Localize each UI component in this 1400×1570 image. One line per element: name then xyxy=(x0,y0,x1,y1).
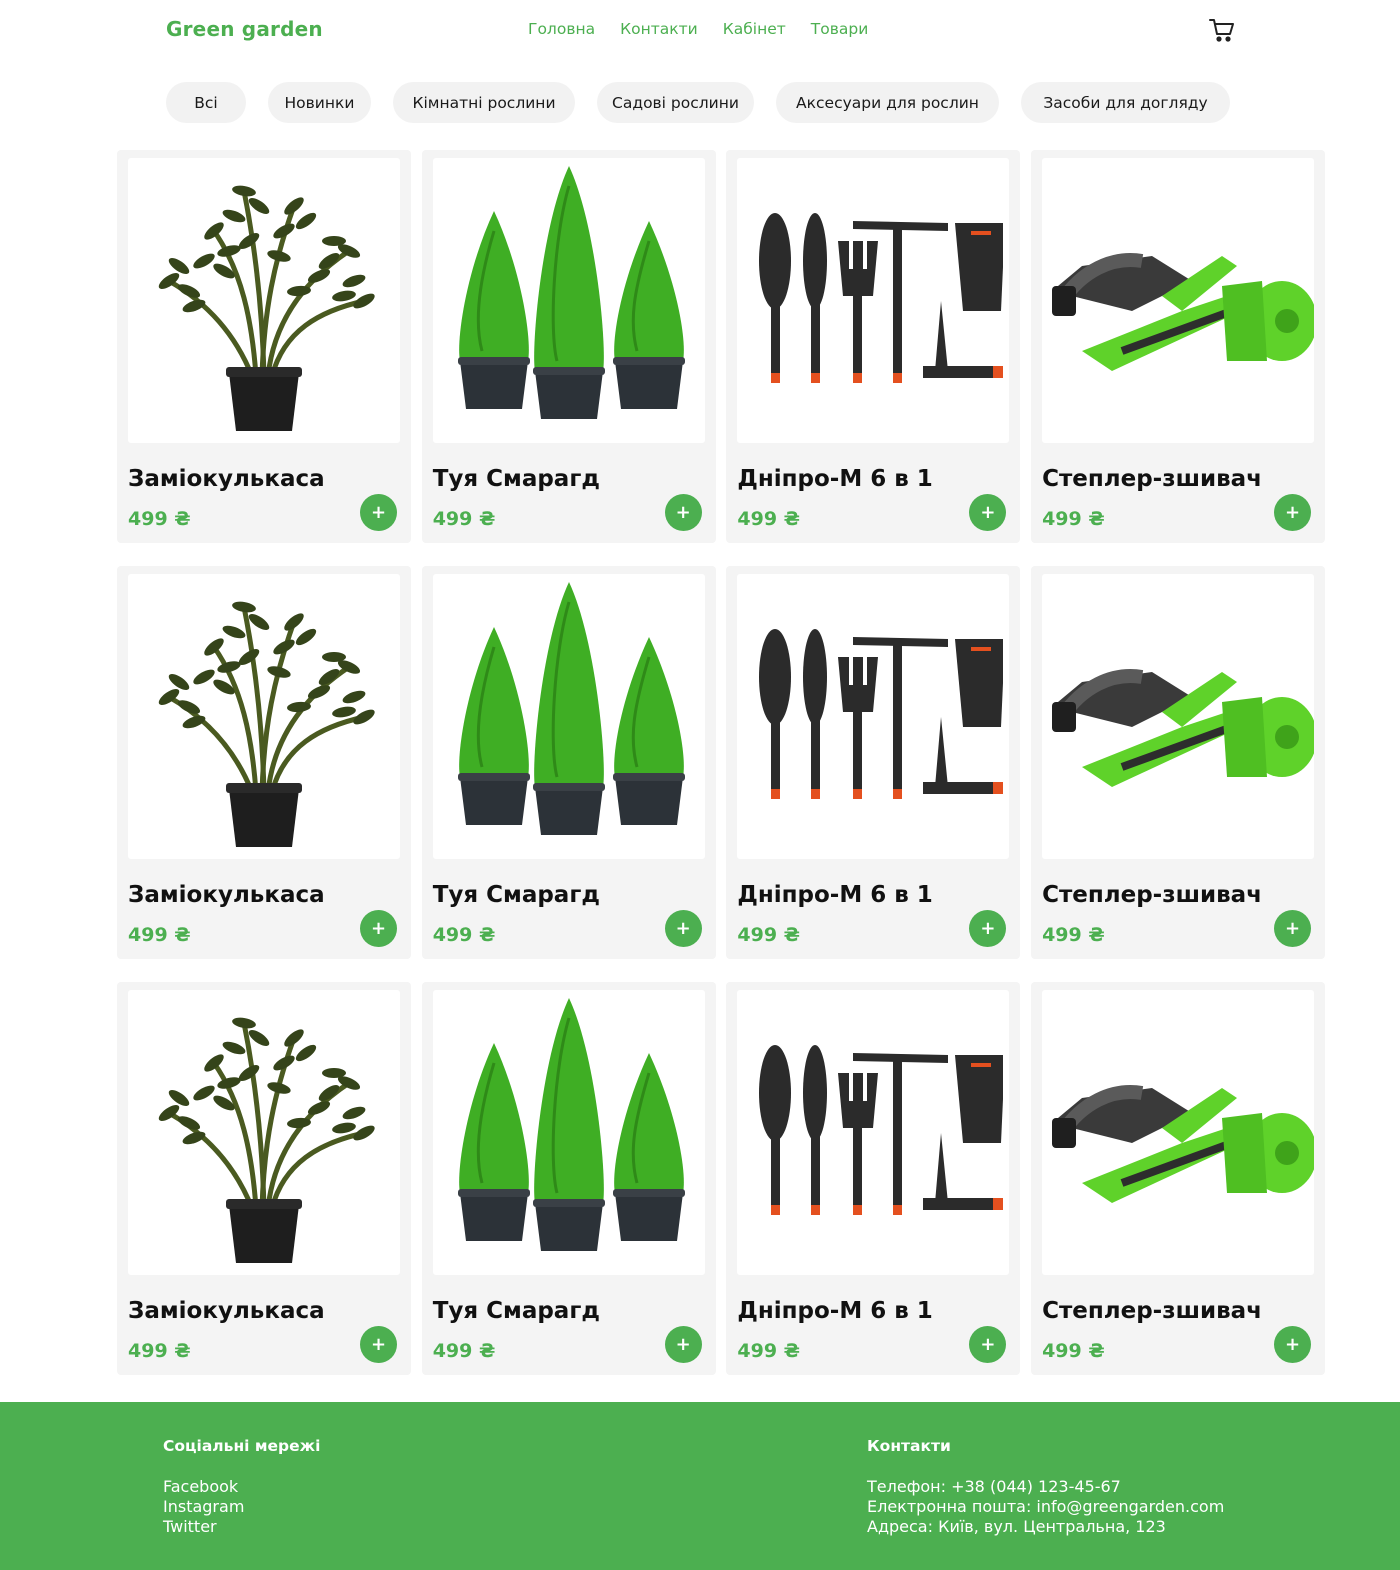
product-price: 499 ₴ xyxy=(432,924,496,946)
add-to-cart-button[interactable]: + xyxy=(1274,910,1312,947)
footer-contacts: Контакти Телефон: +38 (044) 123-45-67 Ел… xyxy=(867,1437,1224,1537)
product-card[interactable]: Степлер-зшивач 499 ₴ + xyxy=(1031,150,1326,543)
product-name: Туя Смарагд xyxy=(432,882,600,908)
product-price: 499 ₴ xyxy=(1042,924,1105,946)
product-image[interactable] xyxy=(737,574,1010,859)
product-image[interactable] xyxy=(128,574,400,859)
footer-social: Соціальні мережі Facebook Instagram Twit… xyxy=(163,1437,320,1537)
add-to-cart-button[interactable]: + xyxy=(969,494,1007,531)
product-name: Степлер-зшивач xyxy=(1042,466,1262,492)
product-card[interactable]: Степлер-зшивач 499 ₴ + xyxy=(1031,982,1326,1375)
add-to-cart-button[interactable]: + xyxy=(969,910,1007,947)
chip-all[interactable]: Всі xyxy=(166,82,246,123)
product-image[interactable] xyxy=(737,158,1010,443)
product-name: Заміокулькаса xyxy=(128,466,325,492)
footer-social-title: Соціальні мережі xyxy=(163,1437,321,1455)
chip-care-products[interactable]: Засоби для догляду xyxy=(1021,82,1230,123)
add-to-cart-button[interactable]: + xyxy=(360,1326,397,1363)
nav-link-contacts[interactable]: Контакти xyxy=(620,20,698,38)
product-card[interactable]: Туя Смарагд 499 ₴ + xyxy=(421,982,716,1375)
product-price: 499 ₴ xyxy=(128,924,191,946)
product-name: Туя Смарагд xyxy=(432,1298,600,1324)
product-name: Дніпро-М 6 в 1 xyxy=(737,882,933,908)
product-card[interactable]: Заміокулькаса 499 ₴ + xyxy=(117,566,411,959)
product-image[interactable] xyxy=(432,158,705,443)
header: Green garden Головна Контакти Кабінет То… xyxy=(0,0,1400,62)
chip-new[interactable]: Новинки xyxy=(268,82,371,123)
add-to-cart-button[interactable]: + xyxy=(360,910,397,947)
chip-plant-accessories[interactable]: Аксесуари для рослин xyxy=(776,82,999,123)
product-name: Заміокулькаса xyxy=(128,882,325,908)
product-image[interactable] xyxy=(737,990,1010,1275)
footer-link-facebook[interactable]: Facebook xyxy=(163,1477,320,1497)
category-filter: Всі Новинки Кімнатні рослини Садові росл… xyxy=(166,82,1230,123)
product-price: 499 ₴ xyxy=(737,1340,800,1362)
add-to-cart-button[interactable]: + xyxy=(664,910,702,947)
add-to-cart-button[interactable]: + xyxy=(969,1326,1007,1363)
product-name: Туя Смарагд xyxy=(432,466,600,492)
nav-link-products[interactable]: Товари xyxy=(811,20,869,38)
footer-email: Електронна пошта: info@greengarden.com xyxy=(867,1497,1225,1516)
product-image[interactable] xyxy=(128,158,400,443)
product-price: 499 ₴ xyxy=(737,924,800,946)
product-price: 499 ₴ xyxy=(432,508,496,530)
product-image[interactable] xyxy=(1042,574,1315,859)
footer-address: Адреса: Київ, вул. Центральна, 123 xyxy=(867,1517,1166,1536)
site-logo[interactable]: Green garden xyxy=(166,17,323,41)
product-image[interactable] xyxy=(1042,990,1315,1275)
cart-icon[interactable] xyxy=(1208,16,1236,44)
add-to-cart-button[interactable]: + xyxy=(1274,494,1312,531)
footer-link-instagram[interactable]: Instagram xyxy=(163,1497,320,1517)
product-name: Степлер-зшивач xyxy=(1042,1298,1262,1324)
product-name: Дніпро-М 6 в 1 xyxy=(737,1298,933,1324)
product-name: Заміокулькаса xyxy=(128,1298,325,1324)
add-to-cart-button[interactable]: + xyxy=(664,494,702,531)
chip-garden-plants[interactable]: Садові рослини xyxy=(597,82,754,123)
add-to-cart-button[interactable]: + xyxy=(664,1326,702,1363)
product-price: 499 ₴ xyxy=(1042,1340,1105,1362)
footer: Соціальні мережі Facebook Instagram Twit… xyxy=(0,1402,1400,1570)
product-card[interactable]: Туя Смарагд 499 ₴ + xyxy=(421,566,716,959)
product-price: 499 ₴ xyxy=(128,1340,191,1362)
nav-link-home[interactable]: Головна xyxy=(528,20,595,38)
add-to-cart-button[interactable]: + xyxy=(1274,1326,1312,1363)
nav-link-cabinet[interactable]: Кабінет xyxy=(723,20,786,38)
product-card[interactable]: Туя Смарагд 499 ₴ + xyxy=(421,150,716,543)
product-card[interactable]: Заміокулькаса 499 ₴ + xyxy=(117,150,411,543)
product-image[interactable] xyxy=(1042,158,1315,443)
product-image[interactable] xyxy=(128,990,400,1275)
product-price: 499 ₴ xyxy=(432,1340,496,1362)
product-grid: Заміокулькаса 499 ₴ + Туя Смарагд 499 ₴ … xyxy=(117,150,1326,1375)
product-price: 499 ₴ xyxy=(737,508,800,530)
product-image[interactable] xyxy=(432,990,705,1275)
product-name: Степлер-зшивач xyxy=(1042,882,1262,908)
product-card[interactable]: Дніпро-М 6 в 1 499 ₴ + xyxy=(726,982,1021,1375)
product-card[interactable]: Дніпро-М 6 в 1 499 ₴ + xyxy=(726,150,1021,543)
product-price: 499 ₴ xyxy=(1042,508,1105,530)
main-nav: Головна Контакти Кабінет Товари xyxy=(528,20,868,38)
product-image[interactable] xyxy=(432,574,705,859)
product-price: 499 ₴ xyxy=(128,508,191,530)
product-card[interactable]: Степлер-зшивач 499 ₴ + xyxy=(1031,566,1326,959)
footer-phone: Телефон: +38 (044) 123-45-67 xyxy=(867,1477,1121,1496)
product-name: Дніпро-М 6 в 1 xyxy=(737,466,933,492)
product-card[interactable]: Дніпро-М 6 в 1 499 ₴ + xyxy=(726,566,1021,959)
footer-link-twitter[interactable]: Twitter xyxy=(163,1517,320,1537)
footer-contacts-title: Контакти xyxy=(867,1437,951,1455)
add-to-cart-button[interactable]: + xyxy=(360,494,397,531)
chip-indoor-plants[interactable]: Кімнатні рослини xyxy=(393,82,575,123)
product-card[interactable]: Заміокулькаса 499 ₴ + xyxy=(117,982,411,1375)
